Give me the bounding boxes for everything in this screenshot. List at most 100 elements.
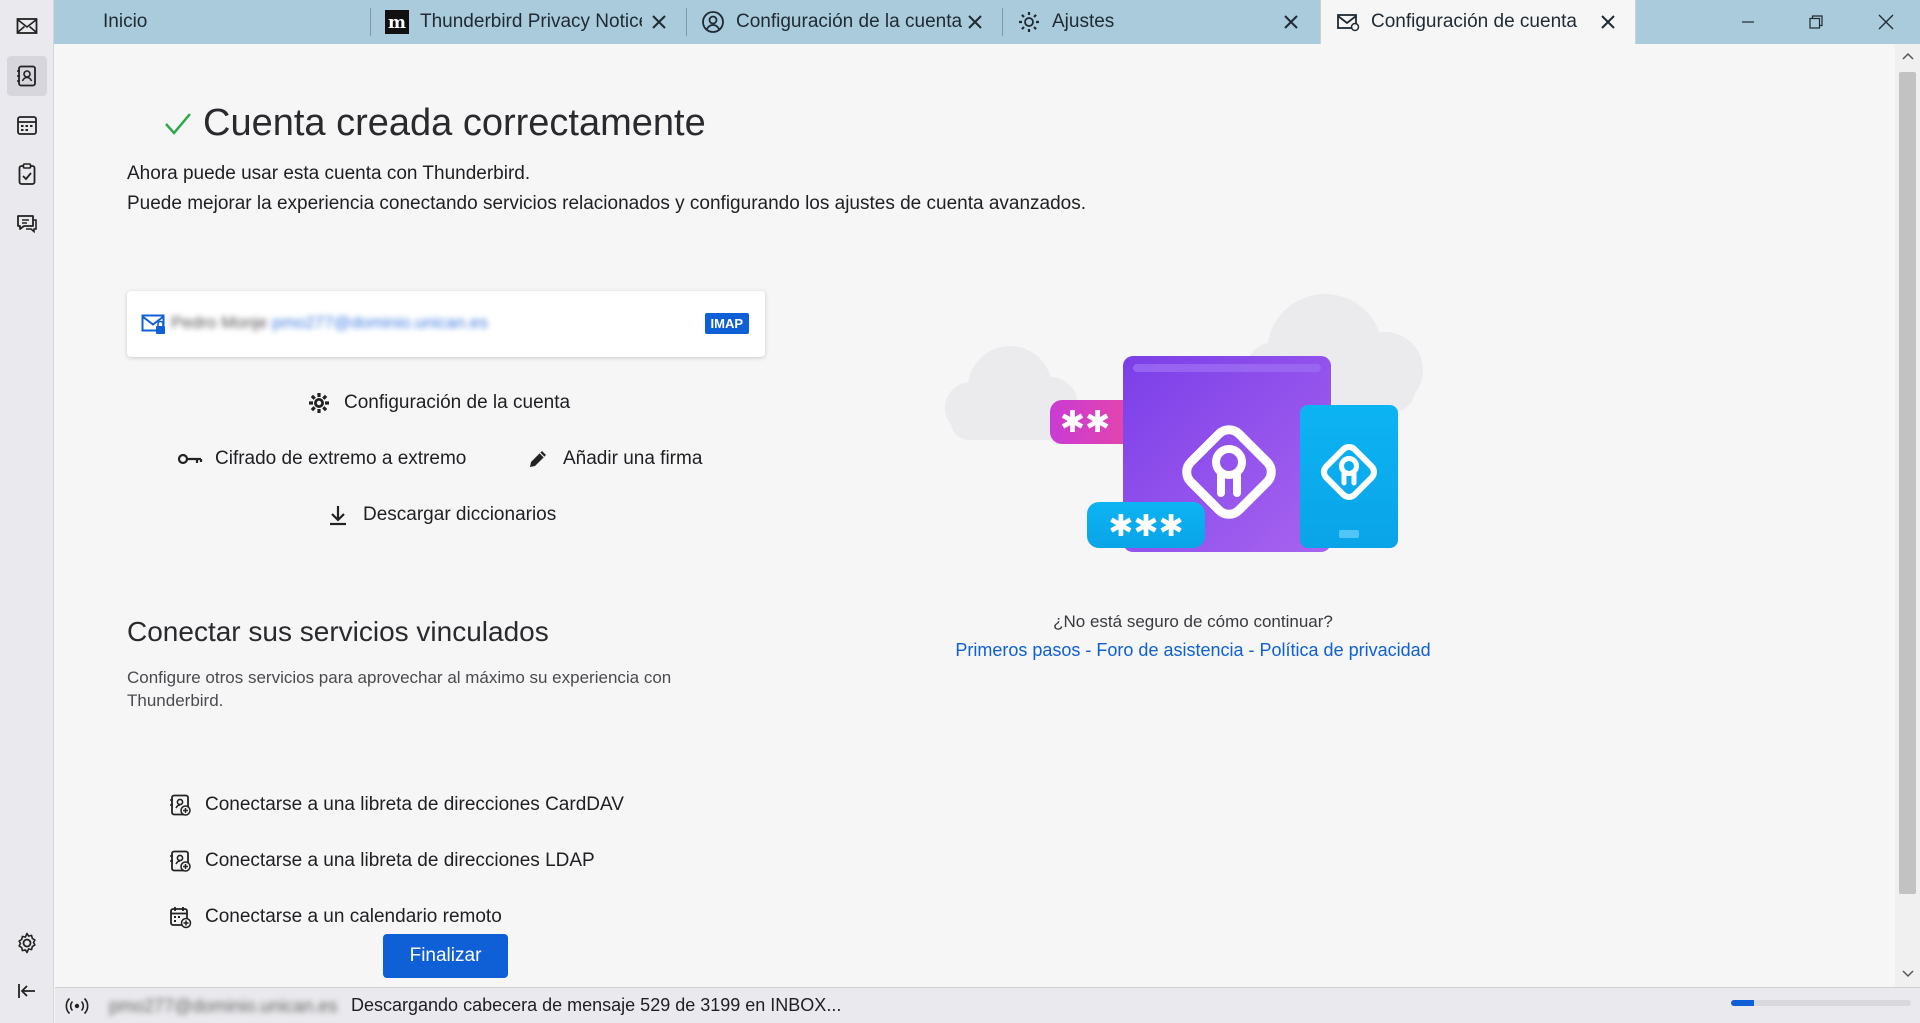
e2e-encryption-label: Cifrado de extremo a extremo (215, 448, 467, 469)
download-dictionaries-label: Descargar diccionarios (363, 504, 557, 525)
download-progress-bar (1731, 1000, 1911, 1006)
account-setup-illustration: ✱✱ ✱✱✱ (945, 294, 1423, 552)
pencil-icon (525, 446, 551, 472)
connect-ldap-link[interactable]: Conectarse a una libreta de direcciones … (167, 848, 595, 874)
tab-label: Ajustes (1052, 11, 1115, 32)
phone-icon (1300, 405, 1398, 548)
account-settings-link[interactable]: Configuración de la cuenta (306, 390, 570, 416)
settings-space-button[interactable] (7, 923, 47, 963)
support-forum-link[interactable]: Foro de asistencia (1096, 640, 1243, 660)
finish-button[interactable]: Finalizar (383, 934, 508, 978)
link-separator: - (1248, 640, 1255, 660)
address-book-add-icon (167, 792, 193, 818)
scroll-up-icon[interactable] (1899, 47, 1916, 65)
help-links: Primeros pasos - Foro de asistencia - Po… (935, 640, 1451, 661)
account-card[interactable]: Pedro Monje pmo277@dominio.unican.es IMA… (127, 291, 765, 357)
account-settings-icon (700, 9, 726, 35)
e2e-encryption-link[interactable]: Cifrado de extremo a extremo (177, 446, 466, 472)
key-icon (177, 446, 203, 472)
address-book-add-icon (167, 848, 193, 874)
chat-space-button[interactable] (7, 203, 47, 243)
account-identity: Pedro Monje pmo277@dominio.unican.es (171, 313, 488, 333)
lead-text-1: Ahora puede usar esta cuenta con Thunder… (127, 163, 531, 184)
link-separator: - (1085, 640, 1092, 660)
status-message: Descargando cabecera de mensaje 529 de 3… (351, 995, 842, 1015)
svg-text:✱✱✱: ✱✱✱ (1108, 509, 1183, 544)
connect-carddav-link[interactable]: Conectarse a una libreta de direcciones … (167, 792, 624, 818)
restore-button[interactable] (1782, 0, 1850, 44)
tasks-icon (18, 163, 36, 185)
svg-text:✱✱: ✱✱ (1060, 405, 1110, 440)
gear-icon (306, 390, 332, 416)
minimize-icon (1742, 21, 1754, 23)
check-icon (165, 112, 191, 135)
tab-separator (686, 8, 687, 36)
close-icon (1878, 14, 1894, 30)
page-title-text: Cuenta creada correctamente (203, 102, 706, 144)
calendar-add-icon (167, 904, 193, 930)
tab-separator (1002, 8, 1003, 36)
tab-label: Inicio (103, 11, 148, 32)
chat-icon (17, 215, 37, 234)
mail-setup-icon (1335, 9, 1361, 35)
privacy-policy-link[interactable]: Política de privacidad (1260, 640, 1431, 660)
close-icon[interactable] (648, 11, 670, 33)
help-question: ¿No está seguro de cómo continuar? (1053, 612, 1333, 631)
download-progress-fill (1731, 1000, 1755, 1006)
connect-ldap-label: Conectarse a una libreta de direcciones … (205, 850, 595, 871)
account-name: Pedro Monje (171, 313, 268, 332)
page-title: Cuenta creada correctamente (163, 102, 706, 145)
collapse-spaces-button[interactable] (7, 971, 47, 1011)
download-dictionaries-link[interactable]: Descargar diccionarios (325, 502, 556, 528)
scroll-down-icon[interactable] (1899, 965, 1916, 983)
tab-account-settings[interactable]: Configuración de la cuenta (688, 0, 1002, 44)
services-heading: Conectar sus servicios vinculados (127, 616, 549, 647)
scrollbar-thumb[interactable] (1899, 72, 1916, 894)
mozilla-m-icon: m (384, 9, 410, 35)
connect-carddav-label: Conectarse a una libreta de direcciones … (205, 794, 624, 815)
restore-icon (1809, 15, 1823, 29)
online-status-icon[interactable] (65, 996, 89, 1016)
close-icon[interactable] (1597, 11, 1619, 33)
svg-text:m: m (388, 13, 406, 33)
address-book-space-button[interactable] (7, 56, 47, 96)
tab-inicio[interactable]: Inicio (70, 0, 370, 44)
tab-privacy-notice[interactable]: m Thunderbird Privacy Notice (372, 0, 686, 44)
calendar-space-button[interactable] (7, 105, 47, 145)
first-steps-link[interactable]: Primeros pasos (955, 640, 1080, 660)
connect-calendar-link[interactable]: Conectarse a un calendario remoto (167, 904, 502, 930)
account-email: pmo277@dominio.unican.es (272, 313, 488, 332)
account-setup-page: Cuenta creada correctamente Ahora puede … (55, 44, 1895, 987)
tab-mail-setup[interactable]: Configuración de cuenta (1320, 0, 1636, 44)
add-signature-link[interactable]: Añadir una firma (525, 446, 702, 472)
spaces-toolbar (0, 0, 54, 1023)
calendar-icon (17, 116, 37, 135)
tab-separator (370, 8, 371, 36)
mail-icon (16, 18, 38, 34)
services-description: Configure otros servicios para aprovecha… (127, 668, 672, 710)
download-icon (325, 502, 351, 528)
account-type-badge: IMAP (704, 313, 749, 334)
address-book-icon (17, 65, 36, 87)
minimize-button[interactable] (1714, 0, 1782, 44)
tab-ajustes[interactable]: Ajustes (1004, 0, 1318, 44)
connect-calendar-label: Conectarse a un calendario remoto (205, 906, 502, 927)
close-icon[interactable] (1280, 11, 1302, 33)
account-mail-icon (141, 314, 165, 334)
gear-icon (1016, 9, 1042, 35)
collapse-icon (18, 984, 35, 998)
tab-bar: Inicio m Thunderbird Privacy Notice Conf… (0, 0, 1920, 44)
settings-icon (18, 932, 36, 954)
tasks-space-button[interactable] (7, 154, 47, 194)
close-icon[interactable] (964, 11, 986, 33)
tab-label: Configuración de la cuenta (736, 11, 963, 32)
add-signature-label: Añadir una firma (563, 448, 703, 469)
tab-label: Thunderbird Privacy Notice (420, 11, 642, 32)
close-window-button[interactable] (1852, 0, 1920, 44)
status-account: pmo277@dominio.unican.es (109, 996, 338, 1016)
tab-label: Configuración de cuenta (1371, 11, 1577, 32)
account-settings-label: Configuración de la cuenta (344, 392, 571, 413)
mail-space-button[interactable] (7, 6, 47, 46)
lead-text-2: Puede mejorar la experiencia conectando … (127, 193, 1087, 214)
status-bar: pmo277@dominio.unican.es Descargando cab… (55, 987, 1920, 1023)
